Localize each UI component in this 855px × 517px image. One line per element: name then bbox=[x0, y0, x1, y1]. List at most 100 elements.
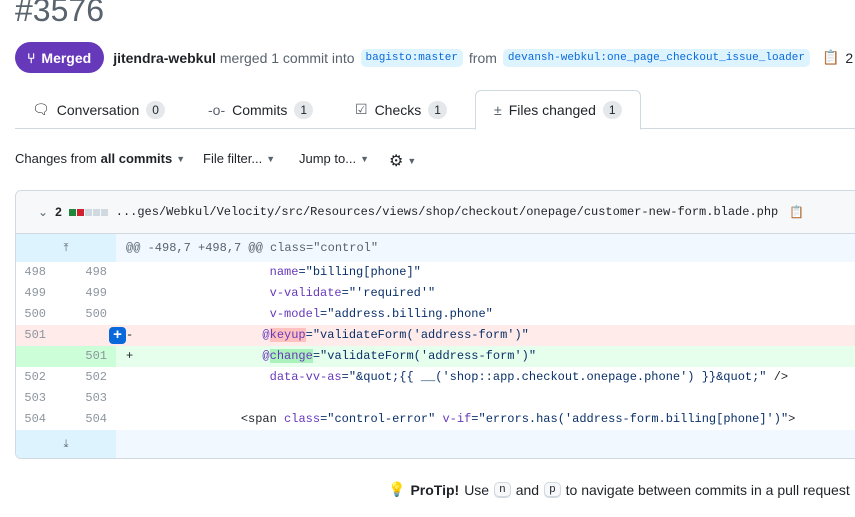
diff-line: 501 + - @keyup="validateForm('address-form… bbox=[16, 325, 855, 346]
file-header: ⌄ 2 ...ges/Webkul/Velocity/src/Resources… bbox=[16, 191, 855, 234]
diff-line: 504 504 <span class="control-error" v-if=… bbox=[16, 409, 855, 430]
code-token: ="control-error" bbox=[320, 412, 436, 426]
code-line: data-vv-as="&quot;{{ __('shop::app.check… bbox=[116, 367, 855, 388]
code-token: change bbox=[269, 349, 313, 363]
code-token: data-vv-as bbox=[269, 370, 342, 384]
chevron-down-icon: ▼ bbox=[360, 153, 369, 164]
diff-line: 502 502 data-vv-as="&quot;{{ __('shop::ap… bbox=[16, 367, 855, 388]
code-token: ="billing[phone]" bbox=[298, 265, 421, 279]
code-token: v-validate bbox=[269, 286, 342, 300]
code-token: v-if bbox=[442, 412, 472, 426]
code-token: <span bbox=[240, 412, 277, 426]
line-numbers: 501 bbox=[16, 346, 116, 367]
code-token: class bbox=[284, 412, 321, 426]
old-line-number[interactable] bbox=[16, 346, 66, 367]
old-line-number[interactable]: 502 bbox=[16, 367, 66, 388]
code-token: keyup bbox=[269, 328, 306, 342]
tab-count: 0 bbox=[146, 100, 165, 119]
tab-conversation[interactable]: 🗨 Conversation 0 bbox=[32, 90, 165, 129]
base-branch[interactable]: bagisto:master bbox=[360, 48, 463, 67]
code-line: <span class="control-error" v-if="errors… bbox=[116, 409, 855, 430]
new-line-number[interactable]: 501 bbox=[66, 346, 116, 367]
jump-to-dropdown[interactable]: Jump to... ▼ bbox=[299, 151, 369, 166]
code-token: /> bbox=[766, 370, 789, 384]
settings-dropdown[interactable]: ⚙ ▼ bbox=[389, 151, 416, 171]
timestamp: 2 ho bbox=[845, 49, 855, 66]
jump-to-label: Jump to... bbox=[299, 151, 357, 166]
old-line-number[interactable]: 500 bbox=[16, 304, 66, 325]
tab-files-changed[interactable]: ± Files changed 1 bbox=[475, 90, 641, 130]
old-line-number[interactable]: 503 bbox=[16, 388, 66, 409]
line-numbers: 500 500 bbox=[16, 304, 116, 325]
diffstat bbox=[68, 205, 109, 219]
new-line-number[interactable]: 503 bbox=[66, 388, 116, 409]
old-line-number[interactable]: 498 bbox=[16, 262, 66, 283]
comment-icon: 🗨 bbox=[32, 101, 50, 117]
tab-commits[interactable]: -o- Commits 1 bbox=[208, 90, 314, 129]
tab-label: Conversation bbox=[56, 101, 140, 118]
diff-line: 501 + @change="validateForm('address-form… bbox=[16, 346, 855, 367]
code-token: @ bbox=[262, 328, 270, 342]
chevron-down-icon[interactable]: ⌄ bbox=[38, 205, 48, 219]
key-p: p bbox=[544, 481, 561, 498]
head-branch[interactable]: devansh-webkul:one_page_checkout_issue_l… bbox=[502, 48, 810, 67]
diff-line: 498 498 name="billing[phone]" bbox=[16, 262, 855, 283]
protip-text: Use bbox=[464, 481, 490, 498]
diff-marker: - bbox=[126, 328, 134, 342]
file-path[interactable]: ...ges/Webkul/Velocity/src/Resources/vie… bbox=[116, 205, 779, 219]
expand-row: ⤓ bbox=[16, 430, 855, 458]
tab-label: Checks bbox=[374, 101, 422, 118]
copy-icon[interactable]: 📋 bbox=[822, 49, 839, 66]
code-token: > bbox=[788, 412, 796, 426]
hunk-text: @@ -498,7 +498,7 @@ class="control" bbox=[126, 241, 379, 255]
new-line-number[interactable]: 498 bbox=[66, 262, 116, 283]
chevron-down-icon: ▼ bbox=[176, 153, 186, 164]
chevron-down-icon: ▼ bbox=[407, 156, 417, 166]
new-line-number[interactable]: 499 bbox=[66, 283, 116, 304]
expand-down-button[interactable]: ⤓ bbox=[16, 430, 116, 458]
old-line-number[interactable]: 499 bbox=[16, 283, 66, 304]
merged-badge: ⑂ Merged bbox=[15, 42, 105, 73]
new-line-number[interactable]: 502 bbox=[66, 367, 116, 388]
new-line-number[interactable]: 504 bbox=[66, 409, 116, 430]
code-line: - @keyup="validateForm('address-form')" bbox=[116, 325, 855, 346]
copy-icon[interactable]: 📋 bbox=[789, 205, 804, 219]
line-numbers: 502 502 bbox=[16, 367, 116, 388]
add-comment-button[interactable]: + bbox=[109, 327, 126, 344]
key-n: n bbox=[494, 481, 511, 498]
pr-tabs: 🗨 Conversation 0 -o- Commits 1 ☑ Checks 1 ± Fil… bbox=[15, 90, 855, 130]
line-numbers: 498 498 bbox=[16, 262, 116, 283]
changes-from-dropdown[interactable]: Changes from all commits ▼ bbox=[15, 151, 185, 166]
diff-lines: 498 498 name="billing[phone]" 499 499 v-val… bbox=[16, 262, 855, 430]
code-token: ="validateForm('address-form')" bbox=[305, 328, 529, 342]
diff-icon: ± bbox=[494, 102, 502, 118]
checklist-icon: ☑ bbox=[355, 101, 368, 117]
lightbulb-icon: 💡 bbox=[388, 481, 406, 497]
expand-up-icon: ⤒ bbox=[63, 241, 69, 254]
new-line-number[interactable]: 500 bbox=[66, 304, 116, 325]
author-link[interactable]: jitendra-webkul bbox=[113, 50, 216, 66]
code-token: ="validateForm('address-form')" bbox=[312, 349, 537, 363]
file-filter-dropdown[interactable]: File filter... ▼ bbox=[203, 151, 275, 166]
code-token: ="errors.has('address-form.billing[phone… bbox=[471, 412, 789, 426]
gear-icon: ⚙ bbox=[389, 153, 404, 170]
line-numbers: 504 504 bbox=[16, 409, 116, 430]
diff-line: 503 503 bbox=[16, 388, 855, 409]
expand-up-button[interactable]: ⤒ bbox=[16, 234, 116, 262]
tab-count: 1 bbox=[602, 101, 622, 119]
tab-checks[interactable]: ☑ Checks 1 bbox=[355, 90, 447, 129]
old-line-number[interactable]: 504 bbox=[16, 409, 66, 430]
line-numbers: 501 + bbox=[16, 325, 126, 346]
line-numbers: 503 503 bbox=[16, 388, 116, 409]
changes-prefix: Changes from bbox=[15, 151, 97, 166]
line-numbers: 499 499 bbox=[16, 283, 116, 304]
old-line-number[interactable]: 501 bbox=[16, 325, 66, 346]
file-diff: ⌄ 2 ...ges/Webkul/Velocity/src/Resources… bbox=[15, 190, 855, 459]
diff-line: 500 500 v-model="address.billing.phone" bbox=[16, 304, 855, 325]
protip: 💡 ProTip! Use n and p to navigate betwee… bbox=[388, 481, 850, 498]
